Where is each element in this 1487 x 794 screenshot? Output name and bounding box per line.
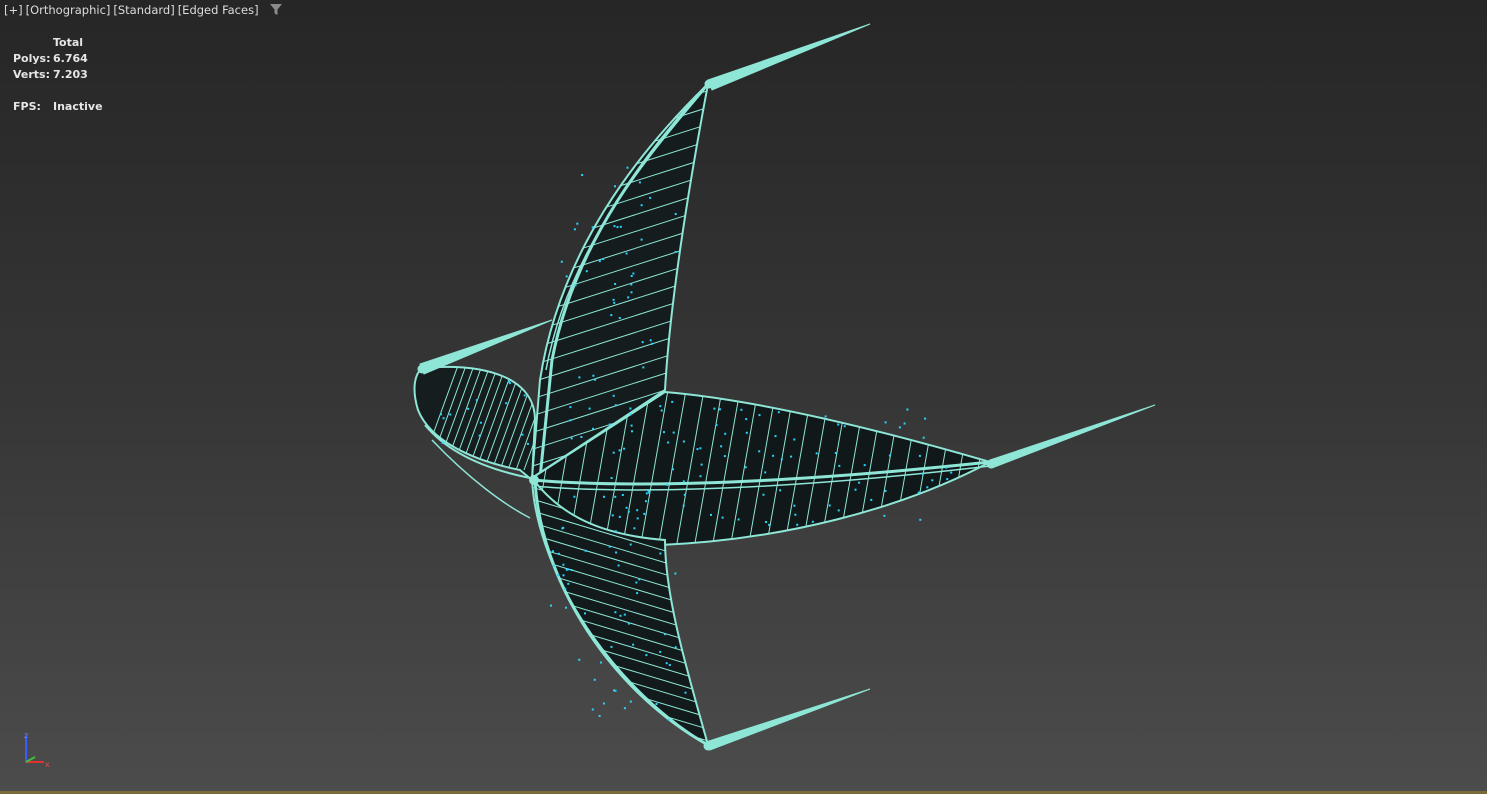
statistics-overlay: Total Polys: 6.764 Verts: 7.203 FPS: Inacti… <box>13 35 103 115</box>
antennas <box>417 23 1156 751</box>
filter-icon[interactable] <box>269 4 282 16</box>
axis-x-label: x <box>45 760 50 769</box>
wireframe-model[interactable] <box>0 0 1487 794</box>
fps-label: FPS: <box>13 100 41 113</box>
verts-label: Verts: <box>13 68 51 81</box>
verts-value: 7.203 <box>53 68 88 81</box>
fps-value: Inactive <box>53 100 103 113</box>
viewport-display-mode-menu[interactable]: [Edged Faces] <box>178 3 259 17</box>
viewport-shading-menu[interactable]: [Standard] <box>113 3 174 17</box>
stats-header: Total <box>53 36 84 49</box>
polys-label: Polys: <box>13 52 51 65</box>
polys-value: 6.764 <box>53 52 88 65</box>
hub <box>529 475 539 485</box>
axis-gizmo: z x <box>18 730 58 770</box>
viewport[interactable]: [+] [Orthographic] [Standard] [Edged Fac… <box>0 0 1487 794</box>
viewport-view-menu[interactable]: [Orthographic] <box>26 3 111 17</box>
axis-z-label: z <box>24 731 28 740</box>
viewport-menu-plus[interactable]: [+] <box>4 3 23 17</box>
viewport-label: [+] [Orthographic] [Standard] [Edged Fac… <box>4 3 282 17</box>
